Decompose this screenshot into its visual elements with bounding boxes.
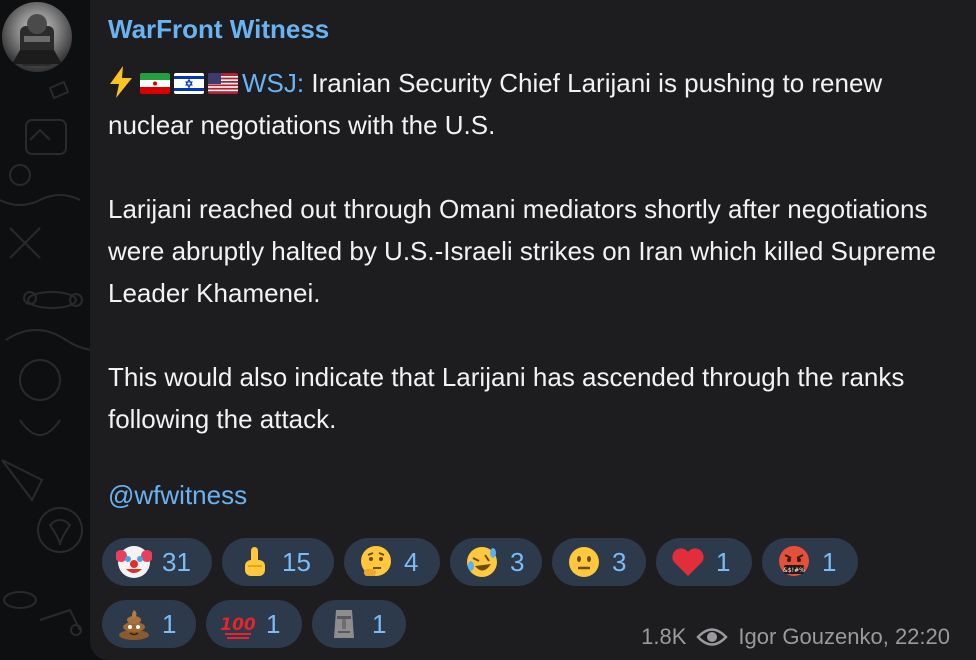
- source-link[interactable]: WSJ:: [242, 68, 304, 98]
- message-first-paragraph: WSJ: Iranian Security Chief Larijani is …: [108, 62, 958, 146]
- reaction-count: 1: [162, 608, 177, 639]
- red-heart-icon: [672, 548, 704, 576]
- reaction-count: 1: [372, 608, 387, 639]
- reaction-middle-finger[interactable]: 15: [222, 538, 334, 586]
- eye-icon: [696, 628, 729, 646]
- reaction-cursing[interactable]: &$!#% 1: [762, 538, 858, 586]
- reaction-count: 1: [716, 546, 731, 577]
- message-paragraph-2: Larijani reached out through Omani media…: [108, 194, 937, 308]
- reaction-neutral[interactable]: 3: [552, 538, 646, 586]
- reaction-count: 31: [162, 546, 191, 577]
- message-text: WSJ: Iranian Security Chief Larijani is …: [108, 62, 958, 440]
- message-paragraph-3: This would also indicate that Larijani h…: [108, 362, 905, 434]
- channel-avatar[interactable]: [2, 2, 72, 72]
- neutral-face-icon: [569, 547, 599, 577]
- chat-background-pattern: [0, 80, 90, 636]
- svg-text:100: 100: [220, 615, 256, 635]
- lightning-icon: [110, 66, 132, 98]
- reaction-count: 15: [282, 546, 311, 577]
- view-count: 1.8K: [641, 624, 687, 649]
- middle-finger-icon: [245, 547, 265, 576]
- hundred-points-icon: 100: [220, 615, 256, 639]
- svg-text:&$!#%: &$!#%: [783, 567, 805, 574]
- reaction-count: 1: [266, 608, 281, 639]
- author-and-time: Igor Gouzenko, 22:20: [738, 624, 950, 649]
- cursing-face-icon: &$!#%: [779, 546, 809, 576]
- clown-face-icon: [116, 546, 152, 578]
- reaction-count: 3: [612, 546, 627, 577]
- reaction-thinking[interactable]: 4: [344, 538, 440, 586]
- rolling-laughing-face-icon: [467, 547, 497, 577]
- reaction-poo[interactable]: 1: [102, 600, 196, 648]
- message-meta: 1.8K Igor Gouzenko, 22:20: [641, 624, 950, 650]
- usa-flag-icon: [208, 73, 238, 94]
- channel-name[interactable]: WarFront Witness: [108, 14, 329, 45]
- channel-handle-link[interactable]: @wfwitness: [108, 480, 247, 511]
- reaction-count: 4: [404, 546, 419, 577]
- moai-icon: [334, 610, 354, 638]
- reaction-heart[interactable]: 1: [656, 538, 752, 586]
- pile-of-poo-icon: [119, 610, 149, 640]
- reaction-clown[interactable]: 31: [102, 538, 212, 586]
- reaction-count: 3: [510, 546, 525, 577]
- reaction-count: 1: [822, 546, 837, 577]
- iran-flag-icon: [140, 73, 170, 94]
- israel-flag-icon: [174, 73, 204, 94]
- thinking-face-icon: [361, 546, 391, 576]
- reaction-moai[interactable]: 1: [312, 600, 406, 648]
- reaction-rofl[interactable]: 3: [450, 538, 542, 586]
- reaction-hundred[interactable]: 100 1: [206, 600, 302, 648]
